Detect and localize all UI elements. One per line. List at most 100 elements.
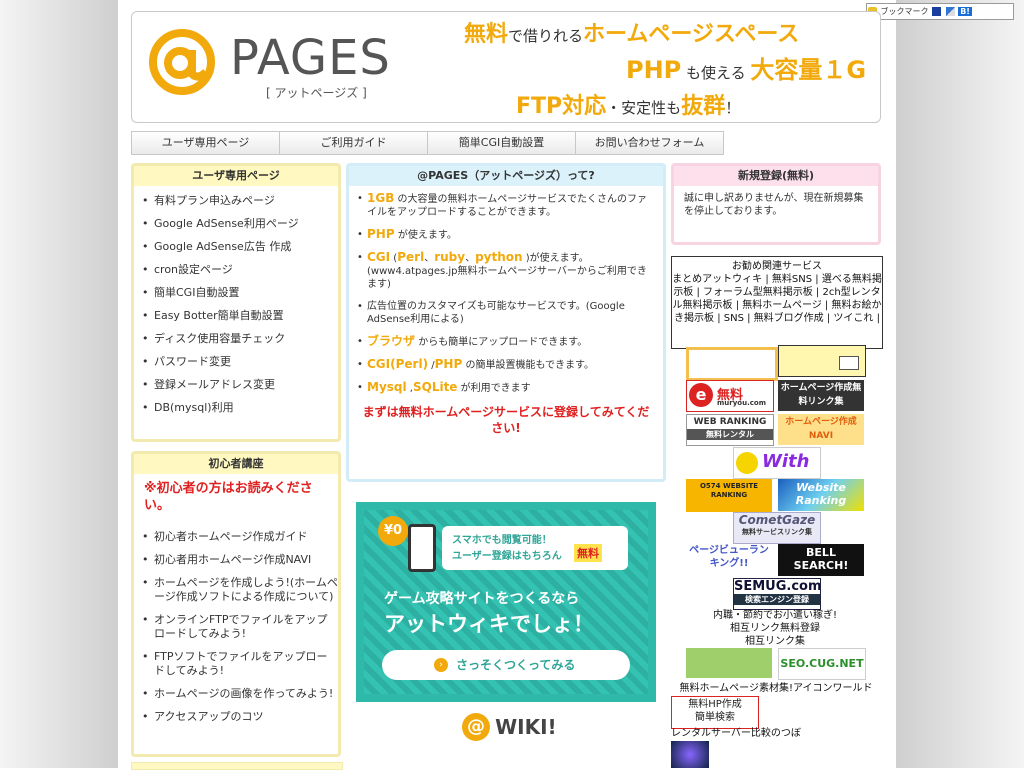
list-item[interactable]: アクセスアップのコツ bbox=[142, 710, 338, 724]
tagline-1-b: で借りれる bbox=[508, 27, 584, 45]
tagline-2-b: も使える bbox=[681, 64, 751, 82]
about-item-3: CGI (Perl、ruby、python )が使えます。(www4.atpag… bbox=[357, 251, 655, 291]
banner-money[interactable] bbox=[686, 648, 772, 678]
right-background bbox=[896, 0, 1024, 768]
banner-bell[interactable]: BELL SEARCH! bbox=[778, 544, 864, 576]
logo-text[interactable]: PAGES bbox=[230, 28, 391, 88]
list-item[interactable]: Google AdSense利用ページ bbox=[142, 217, 338, 231]
banner-bubble: スマホでも閲覧可能！ ユーザー登録はもちろん 無料 bbox=[442, 526, 628, 570]
banner-comet[interactable]: CometGaze 無料サービスリンク集 bbox=[733, 512, 821, 544]
about-text: からも簡単にアップロードできます。 bbox=[415, 337, 588, 348]
wiki-logo-text: WIKI! bbox=[495, 715, 557, 739]
list-item[interactable]: オンラインFTPでファイルをアップロードしてみよう! bbox=[142, 613, 338, 641]
register-cta[interactable]: まずは無料ホームページサービスに登録してみてください! bbox=[357, 404, 655, 436]
user-panel-title: ユーザ専用ページ bbox=[134, 166, 338, 186]
semug-sub: 検索エンジン登録 bbox=[734, 594, 820, 605]
sogo-link[interactable]: 相互リンク無料登録 bbox=[686, 622, 864, 635]
list-item[interactable]: 簡単CGI自動設置 bbox=[142, 286, 338, 300]
related-link[interactable]: 無料ブログ作成 bbox=[754, 313, 824, 324]
nav-guide[interactable]: ご利用ガイド bbox=[279, 131, 428, 155]
about-text: が使えます。 bbox=[394, 230, 457, 241]
list-item[interactable]: Google AdSense広告 作成 bbox=[142, 240, 338, 254]
at-logo-icon[interactable] bbox=[148, 28, 216, 96]
muryou-url: muryou.com bbox=[717, 399, 766, 407]
sozai-link[interactable]: 無料ホームページ素材集!アイコンワールド bbox=[671, 682, 881, 695]
rental-banner-image[interactable] bbox=[671, 741, 709, 768]
bookmark-label: ブックマーク bbox=[880, 7, 929, 16]
banner-muryou[interactable]: e 無料 muryou.com bbox=[686, 380, 774, 412]
nav-user-page[interactable]: ユーザ専用ページ bbox=[131, 131, 280, 155]
banner-semug[interactable]: SEMUG.com 検索エンジン登録 bbox=[733, 578, 821, 610]
about-hl: CGI bbox=[367, 250, 391, 264]
list-item[interactable]: DB(mysql)利用 bbox=[142, 401, 338, 415]
banner-website-ranking[interactable]: Website Ranking bbox=[778, 479, 864, 511]
banner-line-2: ユーザー登録はもちろん bbox=[452, 551, 562, 562]
related-link[interactable]: SNS bbox=[724, 313, 744, 324]
list-item[interactable]: 初心者ホームページ作成ガイド bbox=[142, 530, 338, 544]
list-item[interactable]: Easy Botter簡単自動設置 bbox=[142, 309, 338, 323]
tagline-1-c: ホームページスペース bbox=[583, 22, 800, 47]
banner-web-ranking[interactable]: WEB RANKING 無料レンタル bbox=[686, 414, 774, 446]
related-link[interactable]: 無料ホームページ bbox=[742, 300, 822, 311]
next-panel-edge bbox=[131, 762, 343, 770]
about-item-5: ブラウザ からも簡単にアップロードできます。 bbox=[357, 335, 655, 349]
user-panel: ユーザ専用ページ 有料プラン申込みページ Google AdSense利用ページ… bbox=[131, 163, 341, 442]
bookmark-icon[interactable] bbox=[932, 7, 942, 16]
delicious-icon[interactable] bbox=[945, 7, 955, 16]
banner-headline-2: アットウィキでしょ！ bbox=[384, 612, 594, 636]
hp-make-box[interactable]: 無料HP作成 簡単検索 bbox=[671, 696, 759, 729]
banner-hp-navi[interactable]: ホームページ作成NAVI bbox=[778, 414, 864, 445]
list-item[interactable]: ディスク使用容量チェック bbox=[142, 332, 338, 346]
beginner-warning: ※初心者の方はお読みください。 bbox=[144, 481, 313, 513]
site-header: PAGES [ アットページズ ] 無料で借りれるホームページスペース PHP … bbox=[131, 11, 881, 123]
banner-folder[interactable] bbox=[778, 345, 866, 377]
rental-server-link[interactable]: レンタルサーバー比較のつぼ bbox=[671, 727, 801, 740]
related-link[interactable]: まとめアットウィキ bbox=[672, 274, 762, 285]
banner-button[interactable]: › さっそくつくってみる bbox=[382, 650, 630, 680]
related-link[interactable]: フォーラム型無料掲示板 bbox=[703, 287, 813, 298]
atwiki-logo[interactable]: @ WIKI! bbox=[462, 713, 557, 741]
hatena-badge[interactable]: B! bbox=[958, 7, 972, 16]
nav-cgi[interactable]: 簡単CGI自動設置 bbox=[427, 131, 576, 155]
chick-icon bbox=[736, 452, 758, 474]
banner-seo[interactable]: SEO.CUG.NET bbox=[778, 648, 866, 680]
about-hl: PHP bbox=[434, 357, 463, 371]
list-item[interactable]: 初心者用ホームページ作成NAVI bbox=[142, 553, 338, 567]
about-hl: ブラウザ bbox=[367, 334, 416, 348]
about-item-7: Mysql ,SQLite が利用できます bbox=[357, 381, 655, 395]
sogo-list-link[interactable]: 相互リンク集 bbox=[686, 635, 864, 648]
bookmark-toolbar[interactable]: ブックマーク B! bbox=[866, 3, 1014, 20]
banner-with[interactable]: With bbox=[733, 447, 821, 479]
atwiki-banner[interactable]: ¥0 スマホでも閲覧可能！ ユーザー登録はもちろん 無料 ゲーム攻略サイトをつく… bbox=[356, 502, 656, 702]
related-links: まとめアットウィキ | 無料SNS | 選べる無料掲示板 | フォーラム型無料掲… bbox=[672, 274, 882, 324]
about-text: 、 bbox=[465, 253, 476, 264]
related-link[interactable]: ツイこれ bbox=[833, 313, 873, 324]
about-text: が利用できます bbox=[457, 383, 531, 394]
list-item[interactable]: FTPソフトでファイルをアップロードしてみよう! bbox=[142, 650, 338, 678]
related-link[interactable]: 無料SNS bbox=[772, 274, 812, 285]
list-item[interactable]: ホームページの画像を作ってみよう! bbox=[142, 687, 338, 701]
list-item[interactable]: 有料プラン申込みページ bbox=[142, 194, 338, 208]
banner-hp-review[interactable]: ページビューランキング!! bbox=[686, 544, 772, 574]
comet-sub: 無料サービスリンク集 bbox=[742, 528, 812, 536]
phone-icon bbox=[408, 524, 436, 572]
web-ranking-label: WEB RANKING bbox=[693, 417, 767, 427]
banner-hp-link[interactable]: ホームページ作成無料リンク集 bbox=[778, 380, 864, 411]
banner-o574[interactable]: O574 WEBSITE RANKING bbox=[686, 479, 772, 512]
list-item[interactable]: cron設定ページ bbox=[142, 263, 338, 277]
logo-subtitle: [ アットページズ ] bbox=[266, 86, 367, 100]
left-background bbox=[0, 0, 118, 768]
related-title: お勧め関連サービス bbox=[732, 261, 822, 272]
register-panel: 新規登録(無料) 誠に申し訳ありませんが、現在新規募集を停止しております。 bbox=[671, 163, 881, 245]
list-item[interactable]: パスワード変更 bbox=[142, 355, 338, 369]
banner-blank-1[interactable] bbox=[686, 347, 778, 381]
list-item[interactable]: ホームページを作成しよう!(ホームページ作成ソフトによる作成について) bbox=[142, 576, 338, 604]
folder-icon bbox=[839, 356, 859, 370]
naishoku-link[interactable]: 内職・節約でお小遣い稼ぎ! bbox=[686, 609, 864, 622]
about-hl: PHP bbox=[367, 227, 395, 241]
about-title: @PAGES（アットページズ）って? bbox=[349, 166, 663, 186]
list-item[interactable]: 登録メールアドレス変更 bbox=[142, 378, 338, 392]
web-ranking-sub: 無料レンタル bbox=[687, 429, 773, 440]
hp-make-label: 無料HP作成 bbox=[688, 699, 742, 710]
nav-contact[interactable]: お問い合わせフォーム bbox=[575, 131, 724, 155]
